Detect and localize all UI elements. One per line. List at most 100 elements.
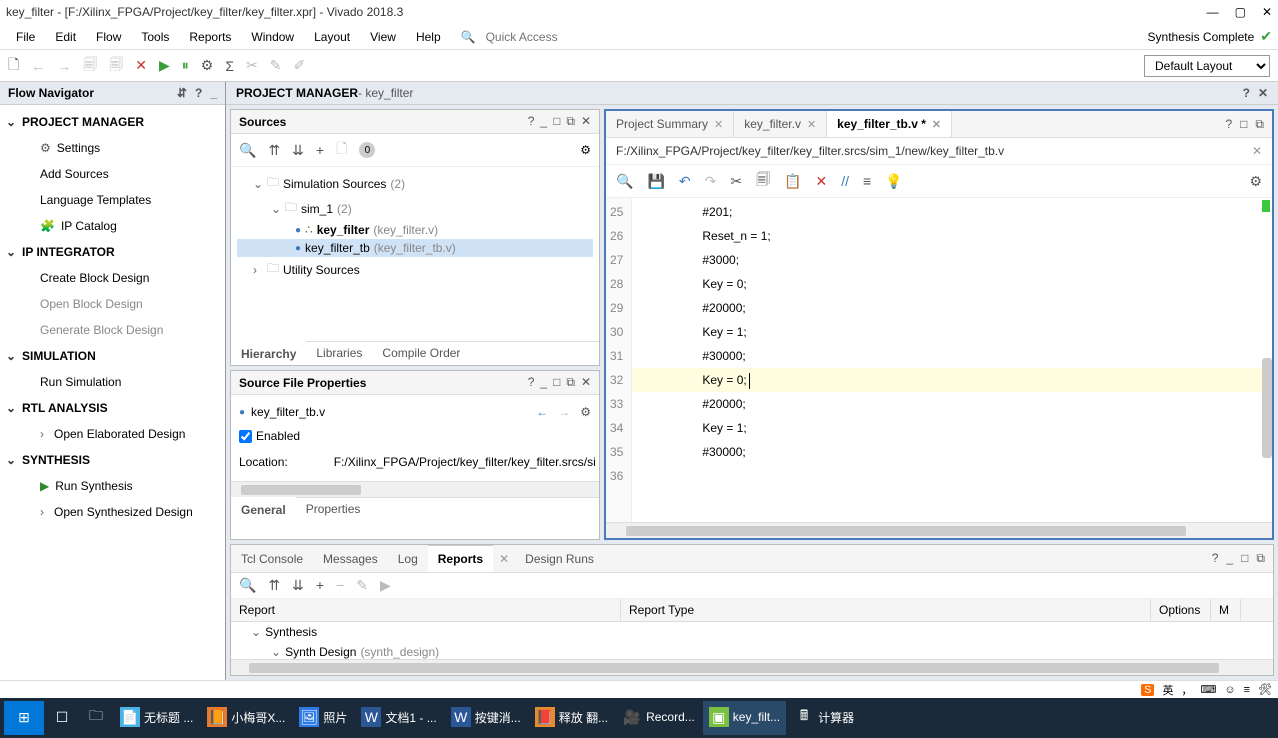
remove-icon[interactable]: − xyxy=(336,577,344,594)
close-tab-icon[interactable]: ✕ xyxy=(932,118,941,131)
help-icon[interactable]: ? xyxy=(195,86,202,100)
back-icon[interactable]: ← xyxy=(31,58,45,74)
maximize-icon[interactable]: □ xyxy=(553,114,560,129)
menu-window[interactable]: Window xyxy=(241,30,304,44)
ime-menu-icon[interactable]: ≡ xyxy=(1244,684,1250,696)
gear-icon[interactable]: ⚙ xyxy=(1249,173,1262,190)
close-icon[interactable]: ✕ xyxy=(1262,5,1272,19)
copy-icon[interactable]: 🗐 xyxy=(109,54,123,78)
menu-edit[interactable]: Edit xyxy=(45,30,86,44)
tab-log[interactable]: Log xyxy=(388,546,428,572)
tab-messages[interactable]: Messages xyxy=(313,546,388,572)
save-icon[interactable]: 🗐 xyxy=(83,54,97,78)
nav-create-bd[interactable]: Create Block Design xyxy=(0,265,225,291)
help-icon[interactable]: ? xyxy=(528,375,535,390)
tab-reports[interactable]: Reports xyxy=(428,545,493,572)
code-line[interactable]: #20000; xyxy=(632,296,1272,320)
tab-design-runs[interactable]: Design Runs xyxy=(515,546,604,572)
maximize-icon[interactable]: ▢ xyxy=(1235,5,1246,19)
close-icon[interactable]: ✕ xyxy=(581,375,591,390)
run-icon[interactable]: ▶ xyxy=(380,577,391,594)
sfp-hscrollbar[interactable] xyxy=(231,481,599,497)
minimize-icon[interactable]: _ xyxy=(540,114,547,129)
float-icon[interactable]: ⧉ xyxy=(1256,551,1265,566)
code-line[interactable]: #201; xyxy=(632,200,1272,224)
gear-icon[interactable]: ⚙ xyxy=(580,143,591,157)
ime-punct[interactable]: ， xyxy=(1181,682,1192,698)
menu-file[interactable]: File xyxy=(6,30,45,44)
maximize-icon[interactable]: □ xyxy=(1240,117,1247,132)
code-area[interactable]: 252627282930313233343536 #201; Reset_n =… xyxy=(606,198,1272,522)
tab-general[interactable]: General xyxy=(231,497,296,521)
tab-key-filter[interactable]: key_filter.v ✕ xyxy=(734,111,827,137)
close-icon[interactable]: ✕ xyxy=(1258,86,1268,100)
ime-smile-icon[interactable]: ☺ xyxy=(1224,684,1235,696)
nav-open-elab[interactable]: ›Open Elaborated Design xyxy=(0,421,225,447)
taskbar-photos[interactable]: 🖼照片 xyxy=(293,701,353,735)
gear-icon[interactable]: ⚙ xyxy=(580,405,591,419)
nav-gen-bd[interactable]: Generate Block Design xyxy=(0,317,225,343)
code-line-current[interactable]: Key = 0; xyxy=(632,368,1272,392)
collapse-icon[interactable]: ⇈ xyxy=(268,577,280,594)
tab-compile-order[interactable]: Compile Order xyxy=(372,342,470,365)
tree-sim1[interactable]: ⌄ 🗀 sim_1 (2) xyxy=(237,196,593,221)
taskview-button[interactable]: ☐ xyxy=(46,701,78,735)
tree-key-filter[interactable]: ● ∴ key_filter (key_filter.v) xyxy=(237,221,593,239)
code-line[interactable] xyxy=(632,464,1272,488)
ime-tool-icon[interactable]: 🛠 xyxy=(1258,683,1272,696)
taskbar-calc[interactable]: 🖩计算器 xyxy=(788,701,860,735)
add-icon[interactable]: + xyxy=(316,142,324,158)
col-report[interactable]: Report xyxy=(231,599,621,621)
col-m[interactable]: M xyxy=(1211,599,1241,621)
code-line[interactable]: #20000; xyxy=(632,392,1272,416)
gear-icon[interactable]: ⚙ xyxy=(201,57,214,74)
menu-reports[interactable]: Reports xyxy=(179,30,241,44)
close-tab-icon[interactable]: ✕ xyxy=(714,118,723,131)
edit-icon[interactable]: ✎ xyxy=(356,577,368,594)
minimize-panel-icon[interactable]: _ xyxy=(210,86,217,100)
code-line[interactable]: #3000; xyxy=(632,248,1272,272)
wand-icon[interactable]: ✐ xyxy=(293,57,305,74)
vertical-scrollbar-thumb[interactable] xyxy=(1262,358,1272,458)
table-row-synthesis[interactable]: ⌄ Synthesis xyxy=(231,622,1273,642)
new-icon[interactable]: 🗋 xyxy=(8,54,19,78)
code-lines[interactable]: #201; Reset_n = 1; #3000; Key = 0; #2000… xyxy=(632,198,1272,522)
menu-flow[interactable]: Flow xyxy=(86,30,131,44)
nav-open-synth[interactable]: ›Open Synthesized Design xyxy=(0,499,225,525)
ime-s-icon[interactable]: S xyxy=(1141,684,1154,696)
explorer-button[interactable]: 🗀 xyxy=(80,701,112,735)
tab-tcl-console[interactable]: Tcl Console xyxy=(231,546,313,572)
taskbar-vivado[interactable]: ▣key_filt... xyxy=(703,701,786,735)
code-line[interactable]: Key = 0; xyxy=(632,272,1272,296)
code-line[interactable]: Key = 1; xyxy=(632,320,1272,344)
minimize-icon[interactable]: _ xyxy=(540,375,547,390)
close-icon[interactable]: ✕ xyxy=(581,114,591,129)
menu-help[interactable]: Help xyxy=(406,30,451,44)
tree-utility-sources[interactable]: › 🗀 Utility Sources xyxy=(237,257,593,282)
tab-key-filter-tb[interactable]: key_filter_tb.v * ✕ xyxy=(827,111,952,137)
close-tab-icon[interactable]: ✕ xyxy=(493,552,515,566)
paste-icon[interactable]: 📋 xyxy=(784,173,801,190)
expand-icon[interactable]: ⇊ xyxy=(292,142,304,159)
section-simulation[interactable]: SIMULATION xyxy=(0,343,225,369)
search-icon[interactable]: 🔍 xyxy=(239,142,256,159)
tab-hierarchy[interactable]: Hierarchy xyxy=(231,341,306,365)
close-path-icon[interactable]: ✕ xyxy=(1252,144,1262,158)
float-icon[interactable]: ⧉ xyxy=(566,114,575,129)
cut-icon[interactable]: ✂ xyxy=(730,173,742,190)
enabled-checkbox[interactable] xyxy=(239,430,252,443)
collapse-icon[interactable]: ⇵ xyxy=(177,86,187,100)
tab-libraries[interactable]: Libraries xyxy=(306,342,372,365)
comment-icon[interactable]: // xyxy=(841,173,849,189)
layout-dropdown[interactable]: Default Layout xyxy=(1144,55,1270,77)
code-line[interactable]: #30000; xyxy=(632,344,1272,368)
taskbar-record[interactable]: 🎥Record... xyxy=(616,701,701,735)
minimize-icon[interactable]: — xyxy=(1207,5,1219,19)
col-report-type[interactable]: Report Type xyxy=(621,599,1151,621)
col-options[interactable]: Options xyxy=(1151,599,1211,621)
cancel-icon[interactable]: ✕ xyxy=(135,57,147,74)
tab-properties[interactable]: Properties xyxy=(296,498,371,521)
nav-ip-catalog[interactable]: 🧩IP Catalog xyxy=(0,213,225,239)
layout-select[interactable]: Default Layout xyxy=(1144,55,1270,77)
tab-project-summary[interactable]: Project Summary ✕ xyxy=(606,111,734,137)
